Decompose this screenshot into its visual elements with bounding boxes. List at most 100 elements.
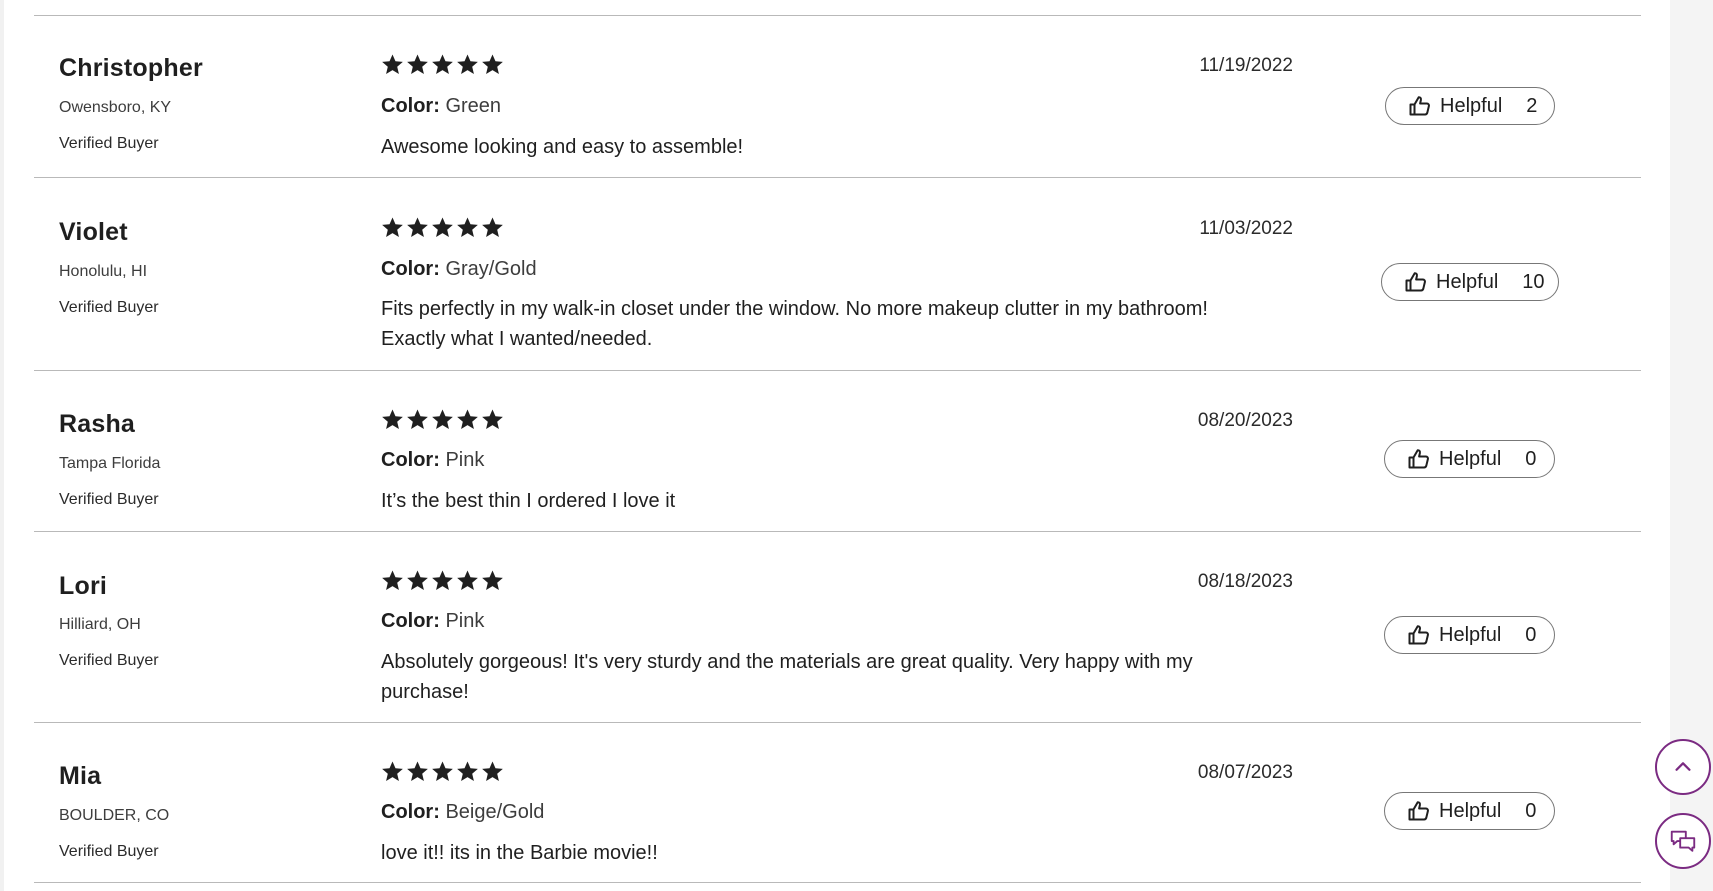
color-variant: Color: Beige/Gold bbox=[381, 801, 544, 824]
star-icon bbox=[407, 570, 428, 590]
helpful-label: Helpful bbox=[1439, 623, 1502, 646]
star-rating bbox=[381, 760, 504, 783]
review-date: 11/19/2022 bbox=[1199, 55, 1293, 76]
verified-buyer-badge: Verified Buyer bbox=[59, 135, 159, 152]
star-icon bbox=[432, 409, 453, 429]
reviewer-location: Tampa Florida bbox=[59, 455, 161, 472]
star-icon bbox=[432, 570, 453, 590]
thumbs-up-icon bbox=[1408, 625, 1429, 645]
reviewer-name: Violet bbox=[59, 218, 128, 246]
reviewer-location: Hilliard, OH bbox=[59, 616, 141, 633]
star-icon bbox=[432, 217, 453, 237]
review-date: 08/20/2023 bbox=[1197, 410, 1293, 431]
review-text: love it!! its in the Barbie movie!! bbox=[381, 842, 658, 864]
star-icon bbox=[432, 54, 453, 74]
review-date: 08/07/2023 bbox=[1197, 762, 1293, 783]
review-item: Lori Hilliard, OH Verified Buyer 08/18/2… bbox=[34, 532, 1641, 723]
color-value: Green bbox=[445, 95, 502, 117]
star-icon bbox=[457, 761, 478, 781]
color-value: Gray/Gold bbox=[445, 258, 537, 280]
thumbs-up-icon bbox=[1409, 96, 1430, 116]
star-icon bbox=[407, 217, 428, 237]
review-item: Mia BOULDER, CO Verified Buyer 08/07/202… bbox=[34, 723, 1641, 883]
star-icon bbox=[382, 761, 403, 781]
star-icon bbox=[482, 217, 503, 237]
helpful-button[interactable]: Helpful 0 bbox=[1384, 616, 1555, 654]
review-date: 08/18/2023 bbox=[1197, 571, 1293, 592]
reviewer-name: Lori bbox=[59, 572, 108, 600]
thumbs-up-icon bbox=[1408, 449, 1429, 469]
helpful-button[interactable]: Helpful 2 bbox=[1385, 87, 1555, 125]
review-item: Rasha Tampa Florida Verified Buyer 08/20… bbox=[34, 371, 1641, 532]
star-icon bbox=[482, 570, 503, 590]
star-icon bbox=[482, 409, 503, 429]
star-icon bbox=[482, 761, 503, 781]
star-icon bbox=[457, 217, 478, 237]
star-icon bbox=[457, 54, 478, 74]
review-item: Violet Honolulu, HI Verified Buyer 11/03… bbox=[34, 178, 1641, 371]
color-label: Color: bbox=[381, 95, 440, 117]
star-icon bbox=[407, 54, 428, 74]
reviewer-name: Rasha bbox=[59, 410, 136, 438]
color-variant: Color: Gray/Gold bbox=[381, 258, 537, 281]
helpful-label: Helpful bbox=[1439, 799, 1502, 822]
page-left-edge bbox=[0, 0, 4, 891]
helpful-count: 2 bbox=[1526, 94, 1538, 117]
review-text: Absolutely gorgeous! It's very sturdy an… bbox=[381, 651, 1193, 703]
star-icon bbox=[457, 570, 478, 590]
star-icon bbox=[382, 409, 403, 429]
color-value: Beige/Gold bbox=[445, 801, 545, 823]
verified-buyer-badge: Verified Buyer bbox=[59, 299, 159, 316]
color-label: Color: bbox=[381, 449, 440, 471]
helpful-button[interactable]: Helpful 0 bbox=[1384, 440, 1555, 478]
helpful-count: 0 bbox=[1525, 623, 1537, 646]
review-date: 11/03/2022 bbox=[1199, 218, 1293, 239]
helpful-label: Helpful bbox=[1436, 270, 1499, 293]
review-text: Awesome looking and easy to assemble! bbox=[381, 136, 744, 158]
color-value: Pink bbox=[445, 610, 485, 632]
star-rating bbox=[381, 53, 504, 76]
color-label: Color: bbox=[381, 801, 440, 823]
helpful-button[interactable]: Helpful 10 bbox=[1381, 263, 1559, 301]
reviewer-name: Christopher bbox=[59, 54, 203, 82]
star-icon bbox=[382, 217, 403, 237]
helpful-label: Helpful bbox=[1440, 94, 1503, 117]
chat-button[interactable] bbox=[1655, 813, 1711, 869]
star-rating bbox=[381, 408, 504, 431]
color-value: Pink bbox=[445, 449, 485, 471]
helpful-count: 0 bbox=[1525, 447, 1537, 470]
star-icon bbox=[432, 761, 453, 781]
color-label: Color: bbox=[381, 610, 440, 632]
scroll-to-top-button[interactable] bbox=[1655, 739, 1711, 795]
thumbs-up-icon bbox=[1408, 801, 1429, 821]
color-variant: Color: Green bbox=[381, 95, 501, 118]
star-icon bbox=[407, 761, 428, 781]
color-label: Color: bbox=[381, 258, 440, 280]
verified-buyer-badge: Verified Buyer bbox=[59, 843, 159, 860]
helpful-count: 0 bbox=[1525, 799, 1537, 822]
review-text: It’s the best thin I ordered I love it bbox=[381, 490, 676, 512]
reviewer-location: Owensboro, KY bbox=[59, 99, 172, 116]
star-icon bbox=[407, 409, 428, 429]
star-rating bbox=[381, 216, 504, 239]
verified-buyer-badge: Verified Buyer bbox=[59, 652, 159, 669]
star-rating bbox=[381, 569, 504, 592]
reviewer-location: Honolulu, HI bbox=[59, 263, 148, 280]
verified-buyer-badge: Verified Buyer bbox=[59, 491, 159, 508]
color-variant: Color: Pink bbox=[381, 449, 484, 472]
reviewer-location: BOULDER, CO bbox=[59, 807, 170, 824]
review-item: Christopher Owensboro, KY Verified Buyer… bbox=[34, 16, 1641, 178]
star-icon bbox=[457, 409, 478, 429]
review-text: Fits perfectly in my walk-in closet unde… bbox=[381, 298, 1208, 350]
star-icon bbox=[382, 54, 403, 74]
thumbs-up-icon bbox=[1405, 272, 1426, 292]
star-icon bbox=[382, 570, 403, 590]
chat-bubbles-icon bbox=[1670, 830, 1696, 852]
color-variant: Color: Pink bbox=[381, 610, 484, 633]
helpful-count: 10 bbox=[1522, 270, 1545, 293]
reviewer-name: Mia bbox=[59, 762, 102, 790]
chevron-up-icon bbox=[1675, 762, 1691, 771]
helpful-button[interactable]: Helpful 0 bbox=[1384, 792, 1555, 830]
star-icon bbox=[482, 54, 503, 74]
helpful-label: Helpful bbox=[1439, 447, 1502, 470]
